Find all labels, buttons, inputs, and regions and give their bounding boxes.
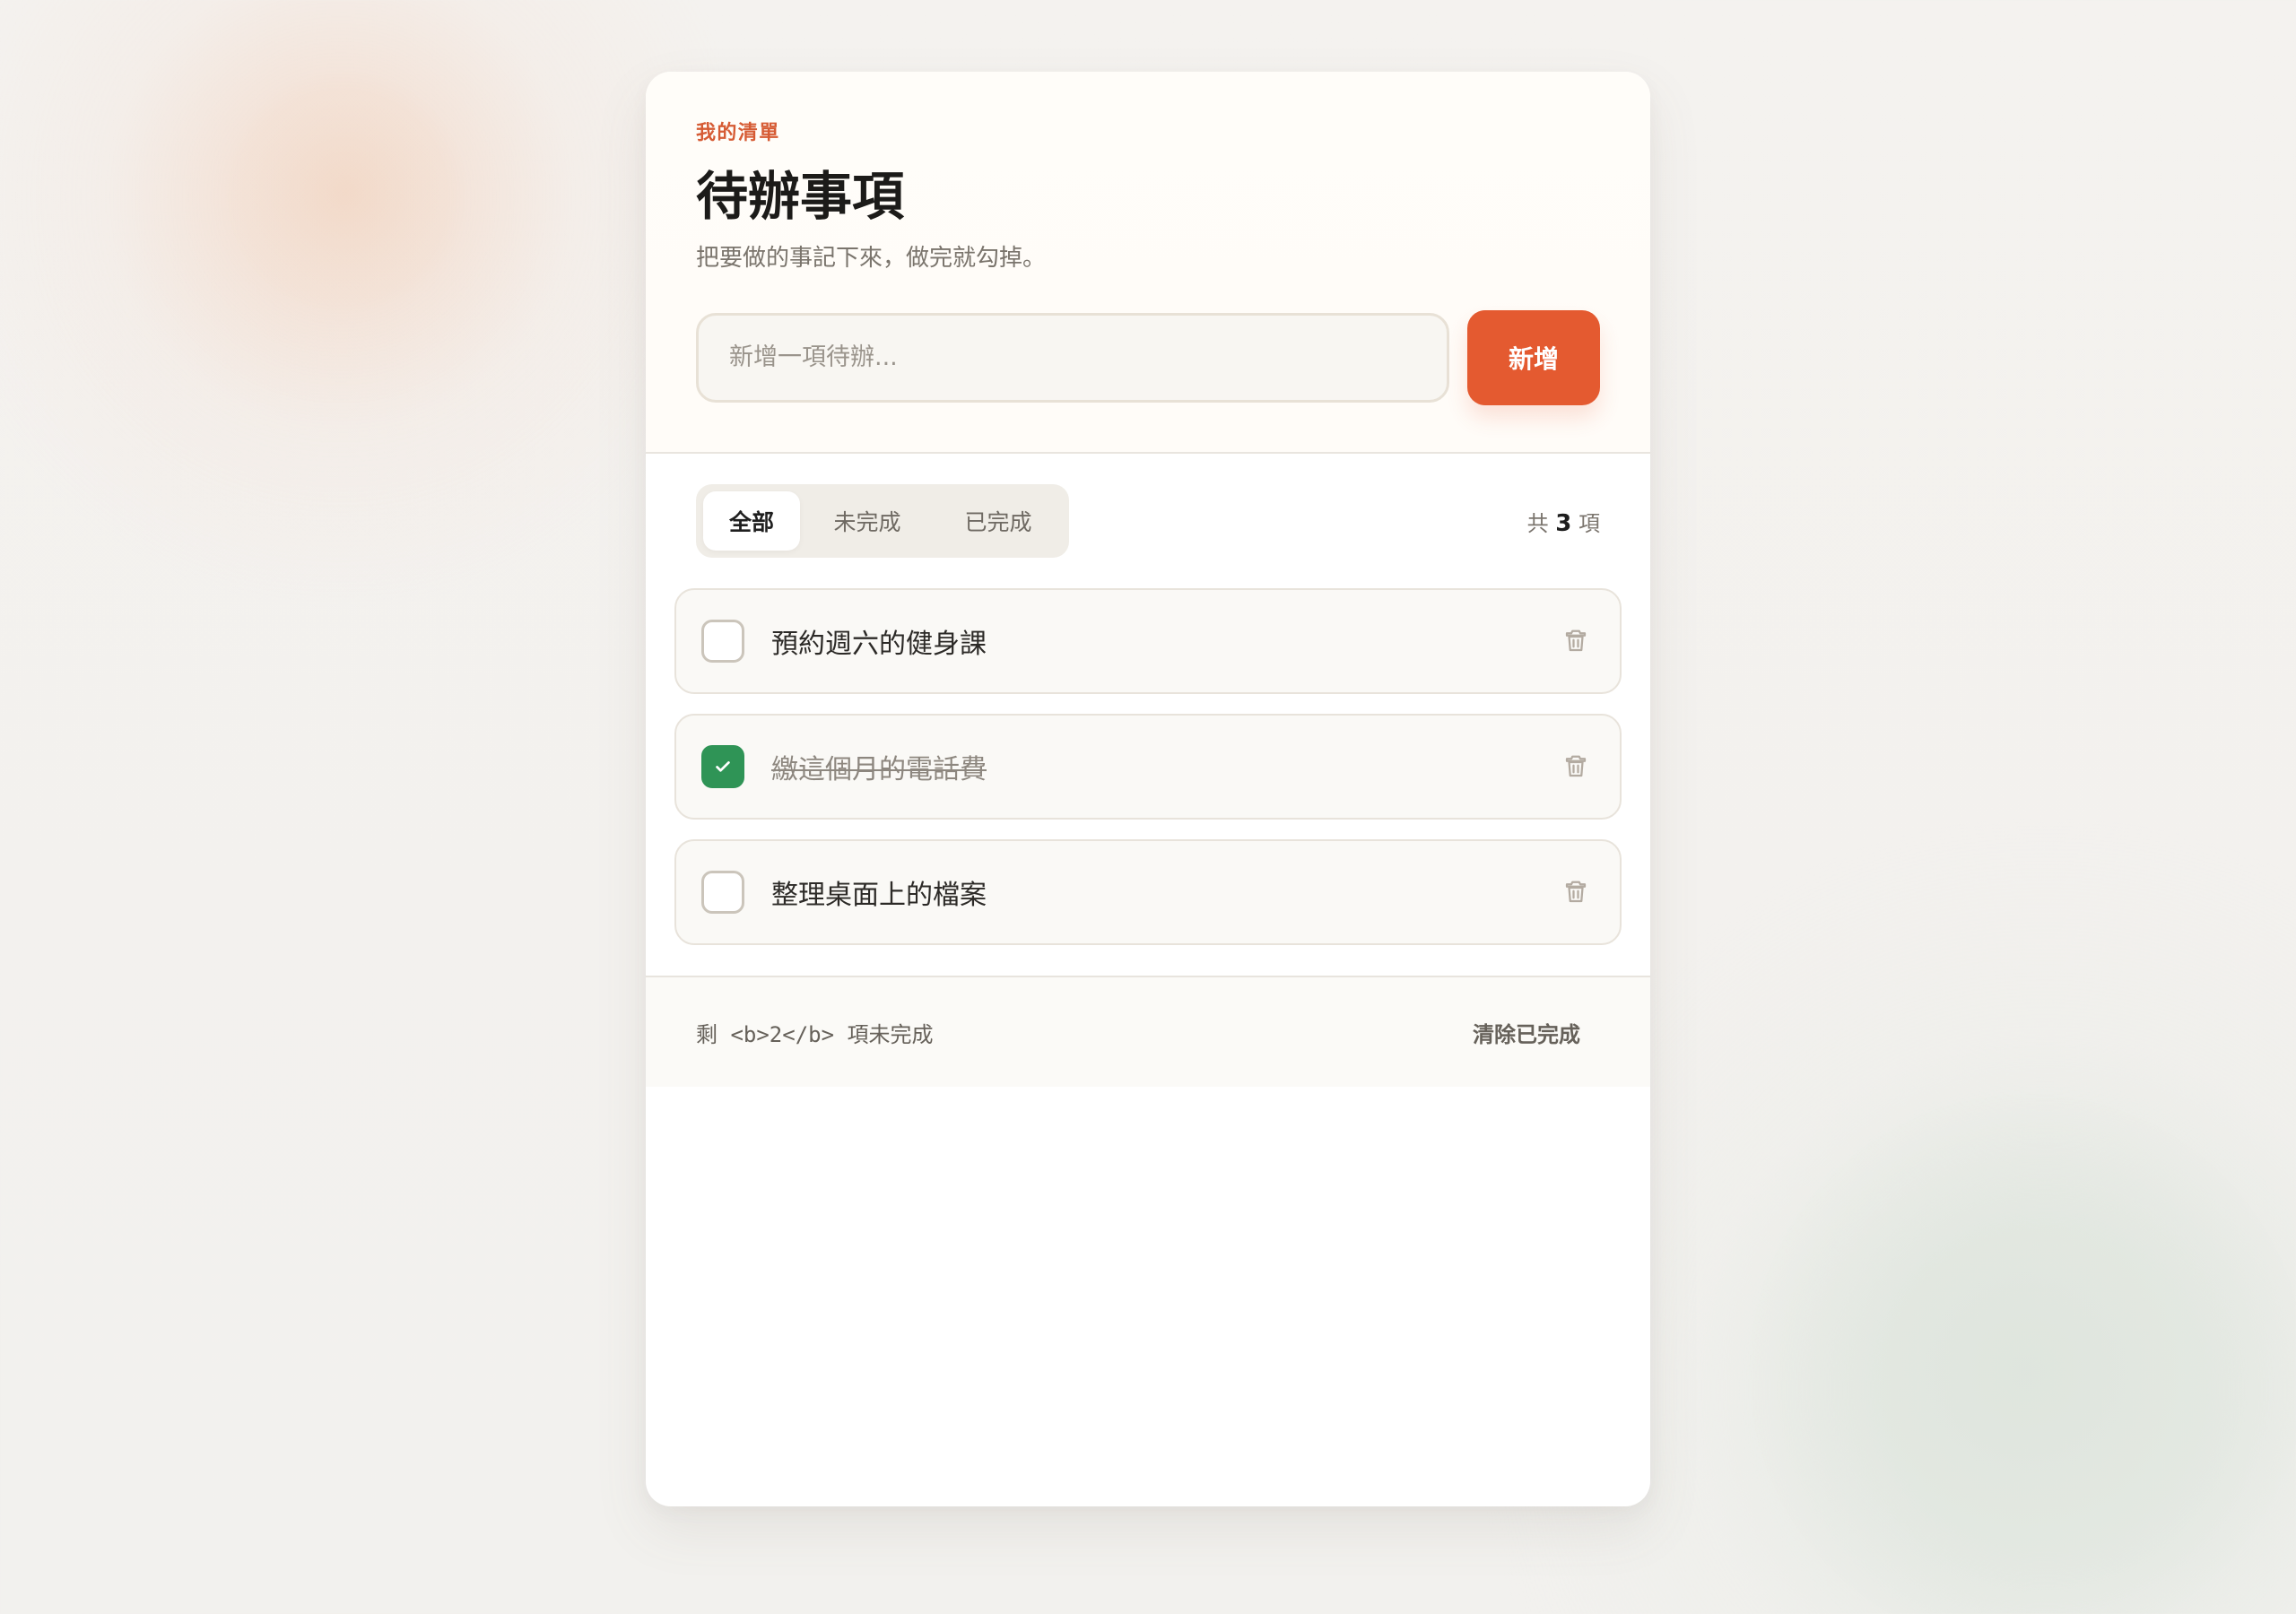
- filter-toolbar: 全部 未完成 已完成 共 3 項: [696, 484, 1600, 558]
- todo-list: 預約週六的健身課 繳這個月的電話費 整理桌面上的檔案: [674, 588, 1622, 945]
- tab-all[interactable]: 全部: [703, 491, 800, 551]
- todo-body: 全部 未完成 已完成 共 3 項 預約週六的健身課 繳這個月的電話費 整理桌面上…: [646, 454, 1650, 976]
- trash-icon[interactable]: [1561, 874, 1591, 910]
- todo-text: 預約週六的健身課: [771, 629, 987, 660]
- count-suffix: 項: [1578, 510, 1600, 536]
- background-halo-left: [224, 72, 466, 314]
- filter-tabs: 全部 未完成 已完成: [696, 484, 1069, 558]
- remaining-count-text: 剩 <b>2</b> 項未完成: [696, 1021, 934, 1047]
- todo-item: 預約週六的健身課: [674, 588, 1622, 694]
- tab-active[interactable]: 未完成: [807, 491, 927, 551]
- todo-card: 我的清單 待辦事項 把要做的事記下來，做完就勾掉。 新增 全部 未完成 已完成 …: [646, 72, 1650, 1506]
- add-todo-row: 新增: [696, 309, 1600, 405]
- trash-icon[interactable]: [1561, 749, 1591, 785]
- todo-checkbox[interactable]: [701, 745, 744, 788]
- count-value: 3: [1555, 509, 1572, 537]
- add-todo-button[interactable]: 新增: [1467, 309, 1600, 405]
- count-prefix: 共: [1526, 510, 1549, 536]
- clear-completed-button[interactable]: 清除已完成: [1473, 1017, 1580, 1048]
- todo-text: 整理桌面上的檔案: [771, 880, 987, 911]
- list-eyebrow: 我的清單: [696, 122, 780, 144]
- check-icon: [716, 761, 730, 772]
- background-halo-right: [1749, 1094, 2296, 1614]
- card-header: 我的清單 待辦事項 把要做的事記下來，做完就勾掉。 新增: [646, 72, 1650, 454]
- page-title: 待辦事項: [696, 166, 905, 227]
- trash-icon[interactable]: [1561, 623, 1591, 659]
- todo-count: 共 3 項: [1527, 506, 1600, 537]
- todo-footer: 剩 <b>2</b> 項未完成 清除已完成: [646, 976, 1650, 1087]
- tab-completed[interactable]: 已完成: [935, 491, 1062, 551]
- new-todo-input[interactable]: [696, 312, 1449, 403]
- todo-item: 整理桌面上的檔案: [674, 839, 1622, 945]
- page-subtitle: 把要做的事記下來，做完就勾掉。: [696, 244, 1047, 272]
- todo-item: 繳這個月的電話費: [674, 714, 1622, 820]
- todo-checkbox[interactable]: [701, 620, 744, 663]
- todo-checkbox[interactable]: [701, 871, 744, 914]
- todo-text: 繳這個月的電話費: [771, 754, 987, 785]
